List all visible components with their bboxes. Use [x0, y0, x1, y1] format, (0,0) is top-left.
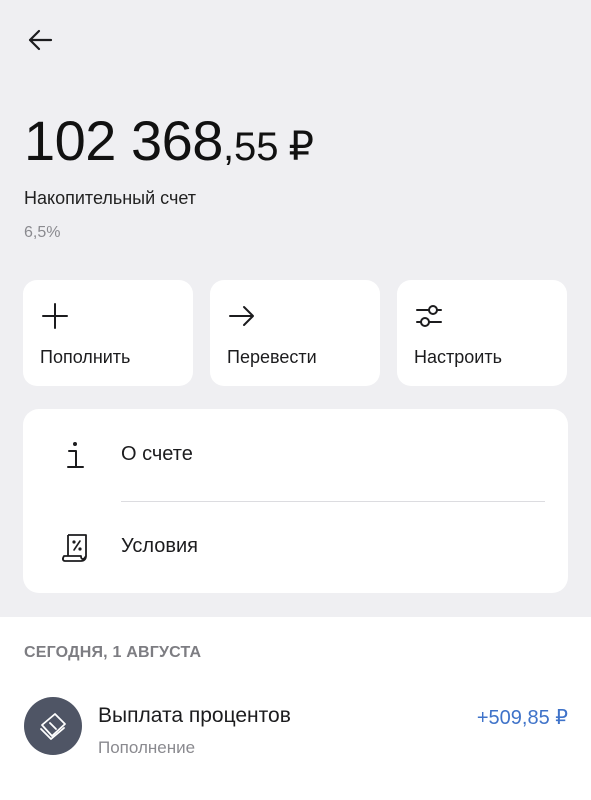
about-account-item[interactable]: О счете [23, 409, 568, 501]
history-date-header: СЕГОДНЯ, 1 АВГУСТА [24, 644, 202, 661]
balance-integer: 102 368 [24, 109, 223, 172]
back-button[interactable] [18, 18, 62, 62]
transaction-title: Выплата процентов [98, 704, 291, 727]
arrow-left-icon [28, 29, 53, 51]
percent-document-icon [62, 534, 87, 562]
settings-button[interactable]: Настроить [397, 280, 567, 386]
transaction-avatar [24, 697, 82, 755]
top-up-label: Пополнить [40, 347, 131, 367]
arrow-right-icon [229, 306, 254, 326]
account-balance: 102 368 ,55 ₽ [24, 108, 314, 173]
sliders-icon [416, 305, 442, 327]
about-account-label: О счете [121, 443, 193, 465]
info-icon [67, 442, 84, 468]
balance-fraction: ,55 [222, 125, 279, 169]
transfer-button[interactable]: Перевести [210, 280, 380, 386]
transaction-amount: +509,85 ₽ [476, 707, 568, 729]
quick-actions: Пополнить Перевести Настроить [23, 280, 568, 386]
banknotes-icon [40, 713, 66, 740]
transaction-row[interactable]: Выплата процентов Пополнение +509,85 ₽ [0, 680, 591, 780]
balance-currency: ₽ [288, 125, 314, 169]
terms-item[interactable]: Условия [23, 502, 568, 594]
account-rate: 6,5% [24, 224, 61, 241]
top-up-button[interactable]: Пополнить [23, 280, 193, 386]
plus-icon [42, 303, 68, 329]
account-info-card: О счете Условия [23, 409, 568, 593]
terms-label: Условия [121, 535, 199, 557]
transfer-label: Перевести [227, 347, 317, 367]
settings-label: Настроить [414, 347, 502, 367]
account-name: Накопительный счет [24, 188, 197, 208]
transaction-subtitle: Пополнение [98, 738, 196, 757]
